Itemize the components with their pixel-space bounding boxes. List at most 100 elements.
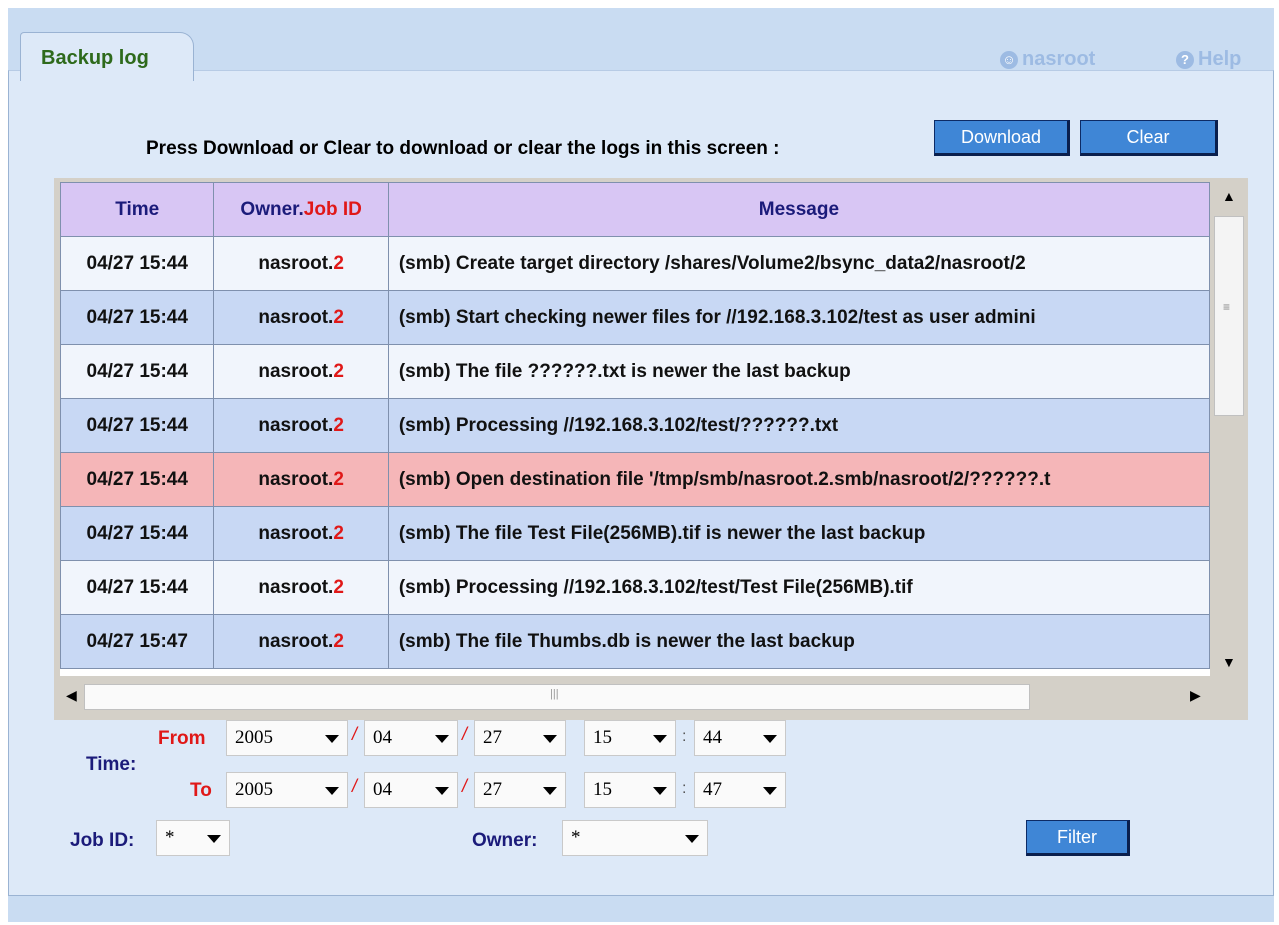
cell-owner-jobid: nasroot.2 — [213, 452, 389, 507]
scroll-up-icon[interactable]: ▲ — [1222, 188, 1236, 204]
time-label: Time: — [86, 754, 137, 775]
cell-message: (smb) Start checking newer files for //1… — [387, 290, 1210, 345]
cell-owner-jobid: nasroot.2 — [213, 506, 389, 561]
cell-owner-jobid: nasroot.2 — [213, 560, 389, 615]
to-label: To — [190, 780, 212, 801]
chevron-down-icon — [435, 735, 449, 743]
table-row[interactable]: 04/27 15:44 nasroot.2 (smb) Start checking… — [60, 290, 1210, 345]
header-message[interactable]: Message — [387, 182, 1210, 237]
cell-jobid: 2 — [333, 414, 344, 436]
from-day-select[interactable]: 27 — [474, 720, 566, 756]
horizontal-scrollbar[interactable]: ◀ ||| ▶ — [60, 678, 1248, 714]
user-name: nasroot — [1022, 48, 1096, 70]
cell-message: (smb) Processing //192.168.3.102/test/Te… — [387, 560, 1210, 615]
table-row[interactable]: 04/27 15:44 nasroot.2 (smb) Create target … — [60, 236, 1210, 291]
cell-message: (smb) The file ??????.txt is newer the l… — [387, 344, 1210, 399]
table-row[interactable]: 04/27 15:44 nasroot.2 (smb) Open destinati… — [60, 452, 1210, 507]
vertical-scroll-thumb[interactable] — [1214, 216, 1244, 416]
chevron-down-icon — [207, 835, 221, 843]
filter-button[interactable]: Filter — [1026, 820, 1130, 856]
tab-backup-log[interactable]: Backup log — [20, 32, 194, 81]
chevron-down-icon — [763, 787, 777, 795]
download-button[interactable]: Download — [934, 120, 1070, 156]
log-grid: Time Owner.Job ID Message 04/27 15:44 nas… — [54, 178, 1248, 720]
to-hour-select[interactable]: 15 — [584, 772, 676, 808]
cell-owner: nasroot. — [258, 252, 334, 274]
from-hour-select[interactable]: 15 — [584, 720, 676, 756]
jobid-select[interactable]: * — [156, 820, 230, 856]
from-label: From — [158, 728, 206, 749]
to-minute-select[interactable]: 47 — [694, 772, 786, 808]
cell-time: 04/27 15:44 — [60, 236, 215, 291]
cell-jobid: 2 — [333, 360, 344, 382]
instructions-text: Press Download or Clear to download or c… — [146, 138, 780, 159]
chevron-down-icon — [685, 835, 699, 843]
cell-owner: nasroot. — [258, 468, 334, 490]
scroll-down-icon[interactable]: ▼ — [1222, 654, 1236, 670]
cell-owner-jobid: nasroot.2 — [213, 236, 389, 291]
cell-time: 04/27 15:44 — [60, 452, 215, 507]
to-day-select[interactable]: 27 — [474, 772, 566, 808]
cell-owner: nasroot. — [258, 306, 334, 328]
to-month-select[interactable]: 04 — [364, 772, 458, 808]
cell-time: 04/27 15:44 — [60, 560, 215, 615]
to-year-select[interactable]: 2005 — [226, 772, 348, 808]
scroll-left-icon[interactable]: ◀ — [66, 687, 77, 704]
cell-jobid: 2 — [333, 306, 344, 328]
from-minute-select[interactable]: 44 — [694, 720, 786, 756]
help-link[interactable]: ? Help — [1176, 48, 1241, 71]
from-month-select[interactable]: 04 — [364, 720, 458, 756]
cell-message: (smb) Processing //192.168.3.102/test/??… — [387, 398, 1210, 453]
cell-message: (smb) The file Thumbs.db is newer the la… — [387, 614, 1210, 669]
header-time[interactable]: Time — [60, 182, 215, 237]
log-table-viewport: Time Owner.Job ID Message 04/27 15:44 nas… — [60, 182, 1210, 676]
cell-owner: nasroot. — [258, 630, 334, 652]
cell-owner-jobid: nasroot.2 — [213, 344, 389, 399]
table-row[interactable]: 04/27 15:44 nasroot.2 (smb) The file ?????… — [60, 344, 1210, 399]
cell-owner: nasroot. — [258, 414, 334, 436]
table-row[interactable]: 04/27 15:47 nasroot.2 (smb) The file Thumb… — [60, 614, 1210, 669]
table-row[interactable]: 04/27 15:44 nasroot.2 (smb) The file Test … — [60, 506, 1210, 561]
backup-log-window: Backup log ☺ nasroot ? Help Press Downlo… — [8, 8, 1274, 922]
cell-time: 04/27 15:44 — [60, 290, 215, 345]
cell-jobid: 2 — [333, 252, 344, 274]
scroll-right-icon[interactable]: ▶ — [1190, 687, 1201, 704]
table-row[interactable]: 04/27 15:44 nasroot.2 (smb) Processing //1… — [60, 560, 1210, 615]
cell-owner-jobid: nasroot.2 — [213, 290, 389, 345]
tab-label: Backup log — [41, 47, 149, 69]
from-year-select[interactable]: 2005 — [226, 720, 348, 756]
chevron-down-icon — [543, 787, 557, 795]
grip-icon: ≡ — [1223, 300, 1231, 314]
owner-select[interactable]: * — [562, 820, 708, 856]
user-icon: ☺ — [1000, 50, 1018, 69]
chevron-down-icon — [653, 787, 667, 795]
vertical-scrollbar[interactable]: ▲ ≡ ▼ — [1210, 182, 1248, 676]
cell-owner-jobid: nasroot.2 — [213, 398, 389, 453]
owner-label: Owner: — [472, 830, 538, 851]
cell-jobid: 2 — [333, 468, 344, 490]
chevron-down-icon — [325, 787, 339, 795]
cell-jobid: 2 — [333, 522, 344, 544]
table-header-row: Time Owner.Job ID Message — [60, 182, 1210, 237]
cell-owner: nasroot. — [258, 360, 334, 382]
cell-message: (smb) Open destination file '/tmp/smb/na… — [387, 452, 1210, 507]
cell-owner: nasroot. — [258, 522, 334, 544]
cell-message: (smb) The file Test File(256MB).tif is n… — [387, 506, 1210, 561]
chevron-down-icon — [763, 735, 777, 743]
cell-time: 04/27 15:44 — [60, 344, 215, 399]
chevron-down-icon — [325, 735, 339, 743]
header-owner: Owner. — [240, 198, 304, 220]
table-row[interactable]: 04/27 15:44 nasroot.2 (smb) Processing //1… — [60, 398, 1210, 453]
chevron-down-icon — [435, 787, 449, 795]
cell-owner-jobid: nasroot.2 — [213, 614, 389, 669]
user-link[interactable]: ☺ nasroot — [1000, 48, 1095, 71]
cell-jobid: 2 — [333, 630, 344, 652]
help-icon: ? — [1176, 50, 1194, 69]
clear-button[interactable]: Clear — [1080, 120, 1218, 156]
help-label: Help — [1198, 48, 1242, 70]
header-jobid: Job ID — [303, 198, 362, 220]
chevron-down-icon — [653, 735, 667, 743]
log-table: Time Owner.Job ID Message 04/27 15:44 nas… — [60, 182, 1210, 669]
jobid-label: Job ID: — [70, 830, 135, 851]
header-owner-jobid[interactable]: Owner.Job ID — [213, 182, 389, 237]
